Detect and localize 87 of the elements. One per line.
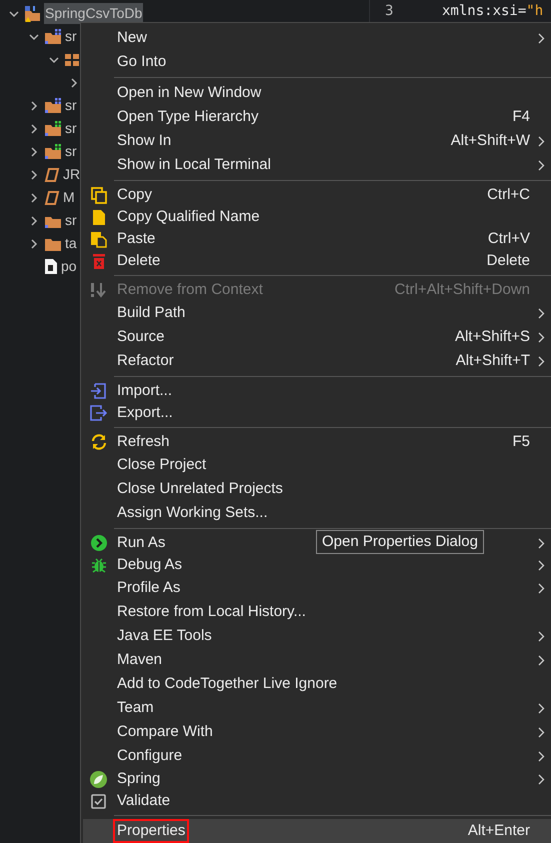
file-icon xyxy=(44,258,58,275)
source-folder-icon xyxy=(44,98,62,114)
tree-item[interactable]: sr xyxy=(64,26,78,47)
source-folder-icon xyxy=(44,144,62,160)
shortcut-text: F5 xyxy=(512,432,531,452)
tree-item[interactable]: po xyxy=(60,256,78,277)
export-icon xyxy=(90,405,107,421)
chevron-icon[interactable] xyxy=(49,54,59,64)
shortcut-text: Delete xyxy=(486,250,531,271)
chevron-icon[interactable] xyxy=(29,170,39,180)
checkbox-icon xyxy=(91,794,106,808)
bug-icon xyxy=(90,557,106,573)
menu-item[interactable]: New xyxy=(114,27,150,49)
chevron-icon[interactable] xyxy=(9,8,19,18)
tree-item[interactable]: sr xyxy=(64,118,78,139)
shortcut-text: F4 xyxy=(512,106,531,127)
chevron-icon[interactable] xyxy=(29,192,39,202)
menu-item[interactable]: Show In xyxy=(114,130,174,152)
trash-icon xyxy=(92,252,106,270)
menu-item[interactable]: Configure xyxy=(114,745,186,767)
shortcut-text: Alt+Shift+T xyxy=(456,350,531,371)
shortcut-text: Alt+Enter xyxy=(468,820,531,841)
menu-item[interactable]: Spring xyxy=(114,768,164,790)
menu-item[interactable]: Refactor xyxy=(114,350,177,372)
menu-item[interactable]: Copy Qualified Name xyxy=(114,206,263,228)
menu-item[interactable]: Export... xyxy=(114,402,176,424)
chevron-icon[interactable] xyxy=(29,238,39,248)
chevron-icon[interactable] xyxy=(29,32,39,42)
chevron-icon[interactable] xyxy=(29,100,39,110)
chevron-icon[interactable] xyxy=(69,78,79,88)
menu-item[interactable]: Validate xyxy=(114,790,174,812)
menu-item[interactable]: Paste xyxy=(114,228,158,250)
menu-item[interactable]: Properties xyxy=(114,820,188,842)
library-icon xyxy=(44,166,60,182)
menu-item[interactable]: Restore from Local History... xyxy=(114,601,309,623)
remove-icon xyxy=(90,282,107,298)
tooltip: Open Properties Dialog xyxy=(316,530,484,554)
tree-item[interactable]: M xyxy=(62,187,76,208)
library-icon xyxy=(44,190,60,206)
menu-item[interactable]: Delete xyxy=(114,250,164,272)
menu-item[interactable]: Run As xyxy=(114,532,168,554)
chevron-icon[interactable] xyxy=(29,146,39,156)
chevron-icon[interactable] xyxy=(29,124,39,134)
line-number: 3 xyxy=(384,2,394,20)
menu-item[interactable]: Maven xyxy=(114,649,166,671)
menu-item[interactable]: Debug As xyxy=(114,554,186,576)
menu-item[interactable]: Source xyxy=(114,326,168,348)
run-icon xyxy=(90,535,106,551)
tree-item[interactable]: JR xyxy=(62,164,82,185)
menu-item[interactable]: Assign Working Sets... xyxy=(114,502,271,524)
import-icon xyxy=(90,383,107,399)
shortcut-text: Alt+Shift+S xyxy=(454,326,531,347)
menu-item[interactable]: Copy xyxy=(114,184,156,206)
refresh-icon xyxy=(90,434,106,450)
package-icon xyxy=(64,52,80,68)
leaf-icon xyxy=(90,770,107,788)
menu-item[interactable]: Close Unrelated Projects xyxy=(114,478,286,500)
menu-item[interactable]: Add to CodeTogether Live Ignore xyxy=(114,673,340,695)
tree-item[interactable]: sr xyxy=(64,210,78,231)
paste-icon xyxy=(90,230,107,248)
menu-item[interactable]: Java EE Tools xyxy=(114,625,215,647)
tree-item[interactable]: SpringCsvToDb xyxy=(44,3,144,24)
tree-item[interactable]: sr xyxy=(64,95,78,116)
shortcut-text: Ctrl+C xyxy=(487,184,531,205)
shortcut-text: Ctrl+Alt+Shift+Down xyxy=(394,280,531,300)
menu-item[interactable]: Show in Local Terminal xyxy=(114,154,274,176)
menu-item[interactable]: Refresh xyxy=(114,431,173,453)
tree-item[interactable]: sr xyxy=(64,141,78,162)
tree-item[interactable]: ta xyxy=(64,233,78,254)
source-folder-icon xyxy=(44,120,62,136)
menu-item[interactable]: Open in New Window xyxy=(114,82,264,104)
chevron-icon[interactable] xyxy=(29,216,39,226)
menu-item[interactable]: Import... xyxy=(114,380,176,402)
shortcut-text: Ctrl+V xyxy=(488,228,531,249)
copy-icon xyxy=(90,186,106,204)
menu-item[interactable]: Go Into xyxy=(114,51,170,73)
menu-item[interactable]: Close Project xyxy=(114,454,210,476)
code-line: xmlns:xsi="h xyxy=(442,2,544,20)
menu-item[interactable]: Profile As xyxy=(114,577,184,599)
menu-item[interactable]: Compare With xyxy=(114,721,216,743)
menu-item[interactable]: Build Path xyxy=(114,302,188,324)
menu-item[interactable]: Team xyxy=(114,697,157,719)
document-icon xyxy=(92,208,106,226)
project-folder-icon xyxy=(24,4,42,22)
source-folder-icon xyxy=(44,28,62,44)
shortcut-text: Alt+Shift+W xyxy=(450,130,531,151)
menu-item[interactable]: Open Type Hierarchy xyxy=(114,106,262,128)
